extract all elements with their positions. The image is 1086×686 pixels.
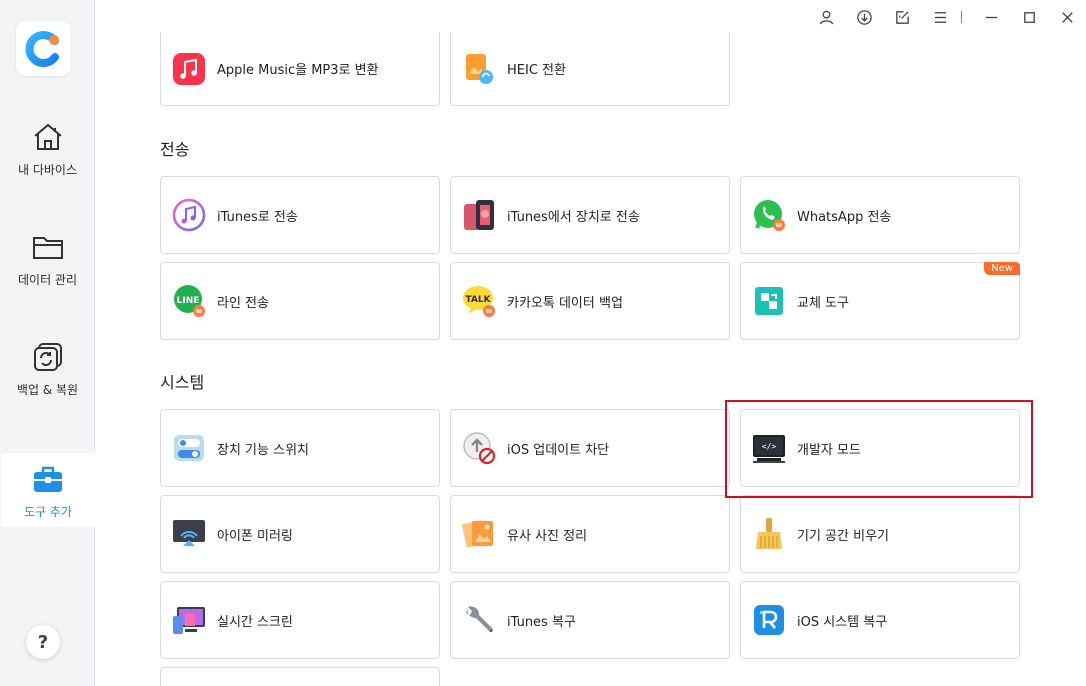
- card-label: 장치 기능 스위치: [217, 442, 309, 458]
- card-whatsapp-transfer[interactable]: WhatsApp 전송: [740, 176, 1020, 254]
- broom-icon: [751, 516, 787, 552]
- backup-restore-icon: [33, 342, 62, 371]
- card-free-device-space[interactable]: 기기 공간 비우기: [740, 495, 1020, 573]
- toggle-switch-icon: [171, 430, 207, 466]
- card-label: 실시간 스크린: [217, 614, 293, 630]
- update-block-icon: [461, 430, 497, 466]
- line-icon: LINE: [171, 283, 207, 319]
- apple-music-icon: [171, 51, 207, 87]
- close-button[interactable]: [1048, 6, 1086, 28]
- card-iphone-mirroring[interactable]: 아이폰 미러링: [160, 495, 440, 573]
- card-ios-update-block[interactable]: iOS 업데이트 차단: [450, 409, 730, 487]
- card-ios-system-repair[interactable]: iOS 시스템 복구: [740, 581, 1020, 659]
- help-button[interactable]: ?: [26, 625, 60, 659]
- close-icon: [1061, 11, 1073, 23]
- section-title-system: 시스템: [160, 373, 205, 392]
- heic-image-icon: [461, 51, 497, 87]
- card-itunes-transfer[interactable]: iTunes로 전송: [160, 176, 440, 254]
- sidebar-item-label: 도구 추가: [24, 504, 72, 519]
- reiboot-icon: [751, 602, 787, 638]
- titlebar-controls: [807, 6, 1086, 28]
- card-live-screen[interactable]: 실시간 스크린: [160, 581, 440, 659]
- sidebar-item-label: 백업 & 복원: [16, 382, 79, 397]
- sidebar: 내 다바이스 데이터 관리 백업 & 복원 도구 추가 ?: [0, 0, 95, 686]
- maximize-icon: [1023, 11, 1035, 23]
- card-label: 교체 도구: [797, 295, 849, 311]
- card-label: iTunes에서 장치로 전송: [507, 209, 640, 225]
- card-kakaotalk-backup[interactable]: TALK 카카오톡 데이터 백업: [450, 262, 730, 340]
- user-icon: [819, 10, 833, 24]
- card-similar-photos[interactable]: 유사 사진 정리: [450, 495, 730, 573]
- line-icon-text: LINE: [177, 296, 200, 306]
- minimize-button[interactable]: [972, 6, 1010, 28]
- card-label: 유사 사진 정리: [507, 528, 588, 544]
- card-itunes-repair[interactable]: iTunes 복구: [450, 581, 730, 659]
- titlebar-separator: [961, 11, 962, 23]
- talk-icon-text: TALK: [465, 295, 491, 305]
- card-label: 카카오톡 데이터 백업: [507, 295, 623, 311]
- edit-note-icon: [895, 10, 909, 24]
- photos-stack-icon: [461, 516, 497, 552]
- download-icon: [856, 9, 872, 25]
- kakaotalk-icon: TALK: [461, 283, 497, 319]
- sidebar-item-data-management[interactable]: 데이터 관리: [0, 221, 95, 295]
- download-button[interactable]: [845, 6, 883, 28]
- app-logo-icon: [25, 30, 59, 67]
- card-label: iTunes 복구: [507, 614, 576, 630]
- swap-tool-icon: [751, 283, 787, 319]
- developer-mode-highlight: [725, 400, 1033, 498]
- card-device-function-switch[interactable]: 장치 기능 스위치: [160, 409, 440, 487]
- sidebar-item-label: 내 다바이스: [17, 162, 77, 177]
- feedback-button[interactable]: [883, 6, 921, 28]
- card-label: 기기 공간 비우기: [797, 528, 889, 544]
- card-itunes-to-device[interactable]: iTunes에서 장치로 전송: [450, 176, 730, 254]
- folder-icon: [32, 236, 63, 259]
- minimize-icon: [985, 16, 997, 18]
- card-label: 아이폰 미러링: [217, 528, 293, 544]
- card-label: iOS 업데이트 차단: [507, 442, 610, 458]
- itunes-icon: [171, 197, 207, 233]
- sidebar-item-my-device[interactable]: 내 다바이스: [0, 111, 95, 185]
- card-label: iTunes로 전송: [217, 209, 298, 225]
- card-line-transfer[interactable]: LINE 라인 전송: [160, 262, 440, 340]
- hamburger-menu-icon: [934, 11, 946, 23]
- card-apple-music-mp3[interactable]: Apple Music을 MP3로 변환: [160, 32, 440, 106]
- card-label: WhatsApp 전송: [797, 209, 892, 225]
- screen-mirror-icon: [171, 516, 207, 552]
- card-label: iOS 시스템 복구: [797, 614, 888, 630]
- wrench-icon: [461, 602, 497, 638]
- tool-list: Apple Music을 MP3로 변환 HEIC 전환 전송 iTunes로 …: [96, 32, 1086, 686]
- card-label: Apple Music을 MP3로 변환: [217, 63, 379, 78]
- card-label: 라인 전송: [217, 295, 269, 311]
- section-title-transfer: 전송: [160, 140, 190, 159]
- home-icon: [33, 123, 62, 150]
- sidebar-item-toolbox[interactable]: 도구 추가: [1, 453, 95, 527]
- account-button[interactable]: [807, 6, 845, 28]
- live-screen-icon: [171, 602, 207, 638]
- card-heic-convert[interactable]: HEIC 전환: [450, 32, 730, 106]
- sidebar-item-label: 데이터 관리: [17, 272, 77, 287]
- itunes-to-device-icon: [461, 197, 497, 233]
- card-label: HEIC 전환: [507, 63, 566, 78]
- card-swap-tool[interactable]: 교체 도구 New: [740, 262, 1020, 340]
- new-badge: New: [984, 262, 1020, 275]
- card-partial[interactable]: [160, 667, 440, 686]
- app-logo: [16, 21, 71, 76]
- toolbox-icon: [34, 466, 62, 492]
- sidebar-item-backup-restore[interactable]: 백업 & 복원: [0, 331, 95, 405]
- whatsapp-icon: [751, 197, 787, 233]
- maximize-button[interactable]: [1010, 6, 1048, 28]
- menu-button[interactable]: [921, 6, 959, 28]
